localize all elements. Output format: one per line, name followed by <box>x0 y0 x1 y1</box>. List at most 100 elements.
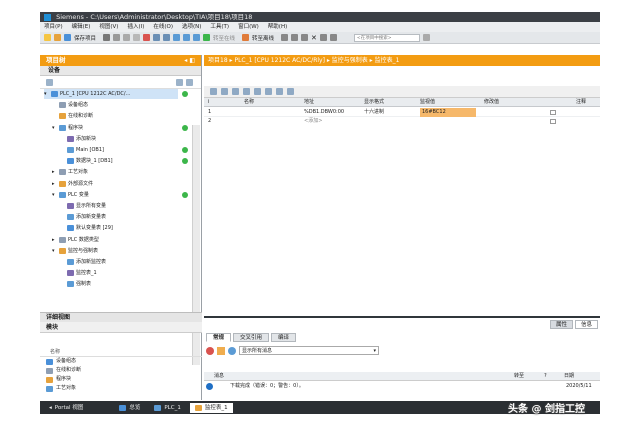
monitor-all-icon[interactable] <box>232 88 239 95</box>
tree-item[interactable]: 强制表 <box>60 279 91 289</box>
menu-item[interactable]: 帮助(H) <box>268 22 287 32</box>
info-tab[interactable]: 编译 <box>271 333 297 342</box>
column-header[interactable]: i <box>208 98 209 107</box>
expand-arrow-icon[interactable]: ▾ <box>52 190 57 200</box>
message-row[interactable]: 下载完成（错误：0；警告：0）。 2020/5/11 <box>204 382 600 391</box>
tree-item[interactable]: 在线和诊断 <box>52 111 93 121</box>
tree-item[interactable]: 监控表_1 <box>60 268 97 278</box>
show-columns-icon[interactable] <box>287 88 294 95</box>
expand-arrow-icon[interactable]: ▸ <box>52 167 57 177</box>
list-view-icon[interactable] <box>186 79 193 86</box>
tree-item[interactable]: 添加新监控表 <box>60 257 106 267</box>
tree-item[interactable]: ▾ PLC 变量 <box>52 190 89 200</box>
taskbar-editor-tab[interactable]: 监控表_1 <box>189 402 233 413</box>
offline-icon[interactable] <box>242 34 250 41</box>
row-checkbox[interactable] <box>550 119 556 124</box>
inspector-tab[interactable]: 信息 <box>574 320 598 329</box>
error-filter-icon[interactable] <box>206 346 214 355</box>
menu-item[interactable]: 在线(O) <box>153 22 173 32</box>
undo-icon[interactable] <box>153 34 161 41</box>
menu-item[interactable]: 选项(N) <box>182 22 201 32</box>
modify-now-icon[interactable] <box>243 88 250 95</box>
info-tab[interactable]: 常规 <box>206 333 232 342</box>
menu-item[interactable]: 视图(V) <box>99 22 118 32</box>
info-tab[interactable]: 交叉引用 <box>233 333 270 342</box>
menu-item[interactable]: 窗口(W) <box>238 22 259 32</box>
details-list-item[interactable]: 工艺对象 <box>40 384 202 393</box>
cell-address[interactable]: %DB1.DBW0:00 <box>304 108 344 117</box>
portal-view-button[interactable]: ◂ Portal 视图 <box>44 403 88 413</box>
collapse-pane-icon[interactable]: ◂ ◧ <box>184 55 195 66</box>
new-project-icon[interactable] <box>44 34 51 41</box>
upload-icon[interactable] <box>193 34 201 41</box>
devices-tab[interactable]: 设备 <box>40 66 201 76</box>
tree-item[interactable]: 默认变量表 [29] <box>60 223 113 233</box>
tree-item[interactable]: 显示所有变量 <box>60 201 106 211</box>
split-v-icon[interactable] <box>329 34 337 41</box>
copy-icon[interactable] <box>123 34 131 41</box>
tree-item[interactable]: Main [OB1] <box>60 145 104 155</box>
accessible-devices-icon[interactable] <box>281 34 289 41</box>
taskbar-editor-tab[interactable]: 总览 <box>114 403 145 413</box>
tree-item[interactable]: ▾ PLC_1 [CPU 1212C AC/DC/... <box>44 89 178 99</box>
details-list-item[interactable]: 设备组态 <box>40 357 202 366</box>
message-column-header[interactable]: 消息 <box>214 372 224 381</box>
column-header[interactable]: 显示格式 <box>364 98 384 107</box>
tree-item[interactable]: ▸ 外部源文件 <box>52 179 93 189</box>
go-online-button[interactable]: 转至在线 <box>213 34 235 42</box>
paste-icon[interactable] <box>133 34 141 41</box>
tree-view-icon[interactable] <box>176 79 183 86</box>
delete-icon[interactable] <box>143 34 151 41</box>
expand-arrow-icon[interactable]: ▾ <box>44 89 49 99</box>
start-cpu-icon[interactable] <box>291 34 299 41</box>
download-icon[interactable] <box>183 34 191 41</box>
search-icon[interactable] <box>422 34 430 41</box>
tree-item[interactable]: 设备组态 <box>52 100 88 110</box>
expand-arrow-icon[interactable]: ▾ <box>52 123 57 133</box>
inspector-tab[interactable]: 属性 <box>549 320 573 329</box>
column-header[interactable]: 名称 <box>244 98 254 107</box>
info-filter-icon[interactable] <box>228 346 236 355</box>
expand-arrow-icon[interactable]: ▸ <box>52 235 57 245</box>
save-project-button[interactable]: 保存项目 <box>74 34 96 42</box>
print-icon[interactable] <box>103 34 111 41</box>
message-column-header[interactable]: 转至 <box>514 372 524 381</box>
message-column-header[interactable]: ? <box>544 372 547 381</box>
overview-icon[interactable] <box>46 79 53 86</box>
tree-item[interactable]: ▾ 程序块 <box>52 123 83 133</box>
compile-icon[interactable] <box>173 34 181 41</box>
column-header[interactable]: 地址 <box>304 98 314 107</box>
menu-item[interactable]: 工具(T) <box>210 22 229 32</box>
cell-format[interactable]: 十六进制 <box>364 108 384 117</box>
tree-item[interactable]: 添加新块 <box>60 134 96 144</box>
expand-arrow-icon[interactable]: ▾ <box>52 246 57 256</box>
add-row-icon[interactable] <box>221 88 228 95</box>
details-list-item[interactable]: 程序块 <box>40 375 202 384</box>
details-list-item[interactable]: 在线和诊断 <box>40 366 202 375</box>
menu-item[interactable]: 编辑(E) <box>72 22 91 32</box>
tree-item[interactable]: 数据块_1 [DB1] <box>60 156 113 166</box>
row-checkbox[interactable] <box>550 110 556 115</box>
expand-arrow-icon[interactable]: ▸ <box>52 179 57 189</box>
column-header[interactable]: 注释 <box>576 98 586 107</box>
tree-item[interactable]: 添加新变量表 <box>60 212 106 222</box>
menu-item[interactable]: 插入(I) <box>127 22 144 32</box>
project-search-input[interactable]: <在项目中搜索> <box>353 33 420 42</box>
split-h-icon[interactable] <box>319 34 327 41</box>
message-column-header[interactable]: 日期 <box>564 372 574 381</box>
taskbar-editor-tab[interactable]: PLC_1 <box>149 403 185 413</box>
cut-icon[interactable] <box>113 34 121 41</box>
details-tab-module[interactable]: 模块 <box>40 322 202 333</box>
menu-item[interactable]: 项目(P) <box>44 22 63 32</box>
close-x-icon[interactable]: ✕ <box>311 34 317 42</box>
message-filter-select[interactable]: 显示所有消息 ▾ <box>239 346 379 355</box>
table-row[interactable]: 1 %DB1.DBW0:00 十六进制 16#BC12 <box>204 108 600 117</box>
tree-item[interactable]: ▸ PLC 数据类型 <box>52 235 99 245</box>
online-icon[interactable] <box>203 34 211 41</box>
stop-cpu-icon[interactable] <box>301 34 309 41</box>
cell-monitor[interactable]: 16#BC12 <box>420 108 476 117</box>
redo-icon[interactable] <box>163 34 171 41</box>
enable-peripheral-icon[interactable] <box>265 88 272 95</box>
warning-filter-icon[interactable] <box>217 346 225 355</box>
save-icon[interactable] <box>64 34 71 41</box>
